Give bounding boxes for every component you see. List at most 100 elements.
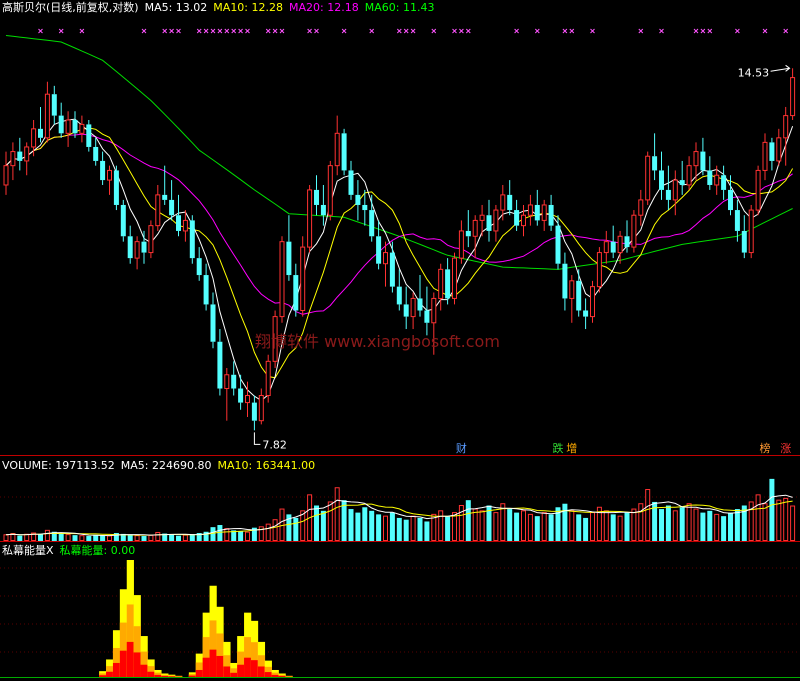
volume-bar: [776, 499, 782, 541]
candle-body: [603, 241, 609, 254]
volume-bar: [665, 505, 671, 541]
volume-bars: [3, 478, 796, 542]
candle: [10, 142, 16, 181]
event-markers[interactable]: 财 跌增 榜涨: [456, 441, 791, 455]
candle-body: [327, 165, 333, 216]
volume-bar: [327, 501, 333, 541]
volume-bar: [210, 527, 216, 541]
ma5-readout: MA5: 13.02: [144, 1, 208, 14]
candle-body: [721, 175, 727, 190]
candle-body: [44, 93, 50, 139]
indicator-inner: [126, 641, 134, 677]
candle: [3, 151, 9, 195]
high-arrow-icon: [770, 64, 791, 72]
candle: [300, 236, 306, 317]
candle-body: [700, 151, 706, 171]
candle-body: [541, 204, 547, 221]
volume-bar: [424, 521, 430, 541]
candle-body: [445, 269, 451, 299]
indicator-bar: [237, 636, 245, 677]
volume-bar: [314, 505, 319, 541]
signal-marker-icon: [231, 28, 237, 34]
candle-body: [431, 297, 437, 324]
indicator-bar: [195, 653, 203, 677]
candle: [652, 133, 658, 181]
candle: [155, 184, 161, 231]
candle-body: [679, 180, 685, 185]
volume-bar: [24, 533, 30, 541]
candle-body: [576, 280, 582, 311]
candle-body: [120, 204, 126, 237]
event-marker[interactable]: 增: [566, 441, 577, 455]
candle-body: [100, 160, 106, 181]
candle-body: [617, 235, 623, 254]
candle-body: [776, 137, 782, 162]
volume-bar: [445, 516, 451, 541]
candle: [590, 280, 595, 323]
volume-bar: [141, 536, 147, 541]
candle-body: [10, 151, 16, 167]
signal-marker-icon: [762, 28, 768, 34]
indicator-bar: [161, 673, 169, 677]
candle-body: [93, 146, 99, 161]
volume-bar: [438, 510, 444, 541]
volume-bar: [348, 509, 354, 541]
indicator-bar: [209, 585, 217, 677]
signal-marker-icon: [79, 28, 85, 34]
candle-body: [134, 241, 140, 259]
signal-marker-icon: [735, 28, 740, 34]
volume-bar: [583, 517, 589, 541]
volume-bar: [224, 528, 230, 541]
candle: [369, 194, 375, 242]
volume-bar: [507, 509, 513, 541]
candle-body: [320, 204, 326, 216]
candle-body: [424, 310, 430, 323]
indicator-inner: [257, 666, 266, 677]
volume-bar: [355, 512, 361, 541]
volume-bar: [638, 503, 644, 541]
volume-bar: [679, 507, 685, 541]
candle: [507, 180, 513, 216]
indicator-inner: [140, 664, 148, 677]
candle-body: [769, 142, 775, 161]
indicator-bar: [250, 620, 259, 677]
indicator-bar: [257, 641, 266, 677]
indicator-bar: [147, 659, 155, 677]
indicator-chart[interactable]: [0, 542, 800, 681]
candle-body: [465, 230, 471, 237]
candle-body: [17, 151, 23, 161]
candle-body: [251, 402, 257, 421]
volume-bar: [534, 516, 540, 541]
candle-body: [334, 132, 340, 167]
candle-body: [438, 268, 444, 299]
candle-body: [300, 246, 306, 311]
volume-bar: [603, 510, 609, 541]
event-marker[interactable]: 跌: [553, 441, 564, 455]
signal-marker-icon: [224, 28, 230, 34]
candle-body: [238, 388, 244, 403]
indicator-bar: [99, 671, 107, 677]
signal-marker-icon: [638, 28, 644, 34]
indicator-bar: [140, 636, 148, 677]
candle: [65, 111, 71, 147]
indicator-inner: [244, 657, 252, 677]
event-marker[interactable]: 财: [456, 441, 467, 455]
candle-body: [355, 194, 361, 205]
volume-bar: [107, 535, 112, 542]
candle-body: [341, 133, 347, 171]
volume-bar: [38, 533, 43, 541]
candle-body: [293, 275, 299, 311]
price-chart[interactable]: 翔博软件 www.xiangbosoft.com 14.53 7.82 财 跌增 榜…: [0, 0, 800, 456]
volume-bar: [762, 503, 768, 541]
candle: [672, 170, 678, 216]
volume-bar: [783, 497, 789, 541]
candle-body: [162, 194, 168, 200]
event-marker[interactable]: 涨: [780, 442, 791, 455]
candle: [31, 119, 37, 157]
event-marker[interactable]: 榜: [760, 441, 771, 455]
candle-body: [107, 169, 112, 181]
indicator-bar: [223, 641, 231, 677]
signal-marker-icon: [590, 28, 595, 34]
candle-body: [217, 341, 223, 389]
signal-marker-icon: [369, 28, 375, 34]
